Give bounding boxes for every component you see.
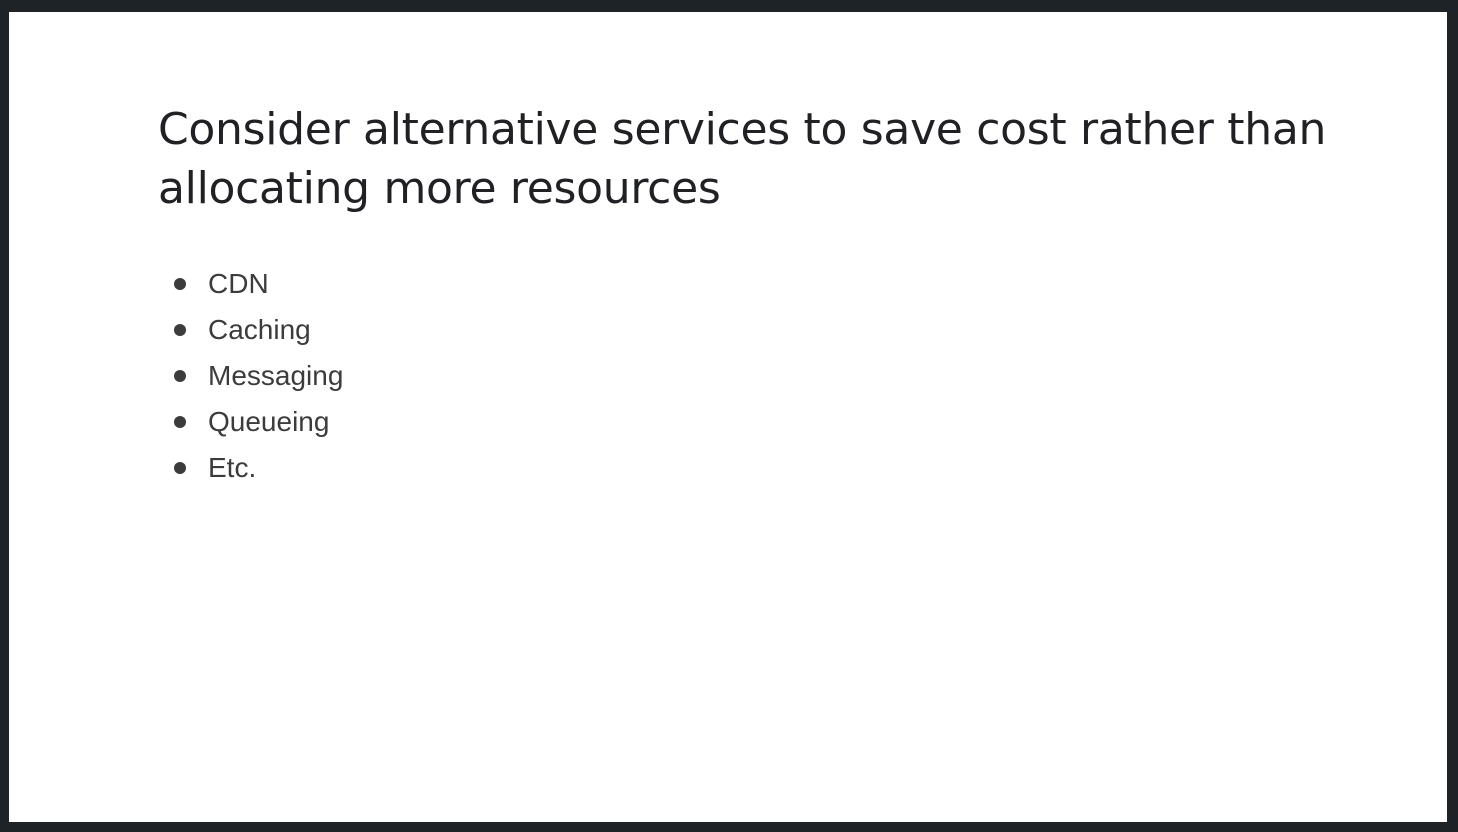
bullet-dot-icon (174, 462, 186, 474)
bullet-label: CDN (208, 268, 269, 299)
bullet-dot-icon (174, 324, 186, 336)
bullet-label: Messaging (208, 360, 344, 391)
list-item: Etc. (169, 445, 343, 491)
bullet-dot-icon (174, 278, 186, 290)
bullet-label: Etc. (208, 452, 257, 483)
slide-canvas: Consider alternative services to save co… (9, 12, 1447, 822)
slide-title: Consider alternative services to save co… (158, 104, 1327, 214)
bullet-dot-icon (174, 416, 186, 428)
bullet-dot-icon (174, 370, 186, 382)
bullet-label: Queueing (208, 406, 330, 437)
list-item: Caching (169, 307, 343, 353)
bullet-label: Caching (208, 314, 311, 345)
bullet-list: CDN Caching Messaging Queueing Etc. (169, 261, 343, 491)
list-item: Queueing (169, 399, 343, 445)
list-item: CDN (169, 261, 343, 307)
list-item: Messaging (169, 353, 343, 399)
